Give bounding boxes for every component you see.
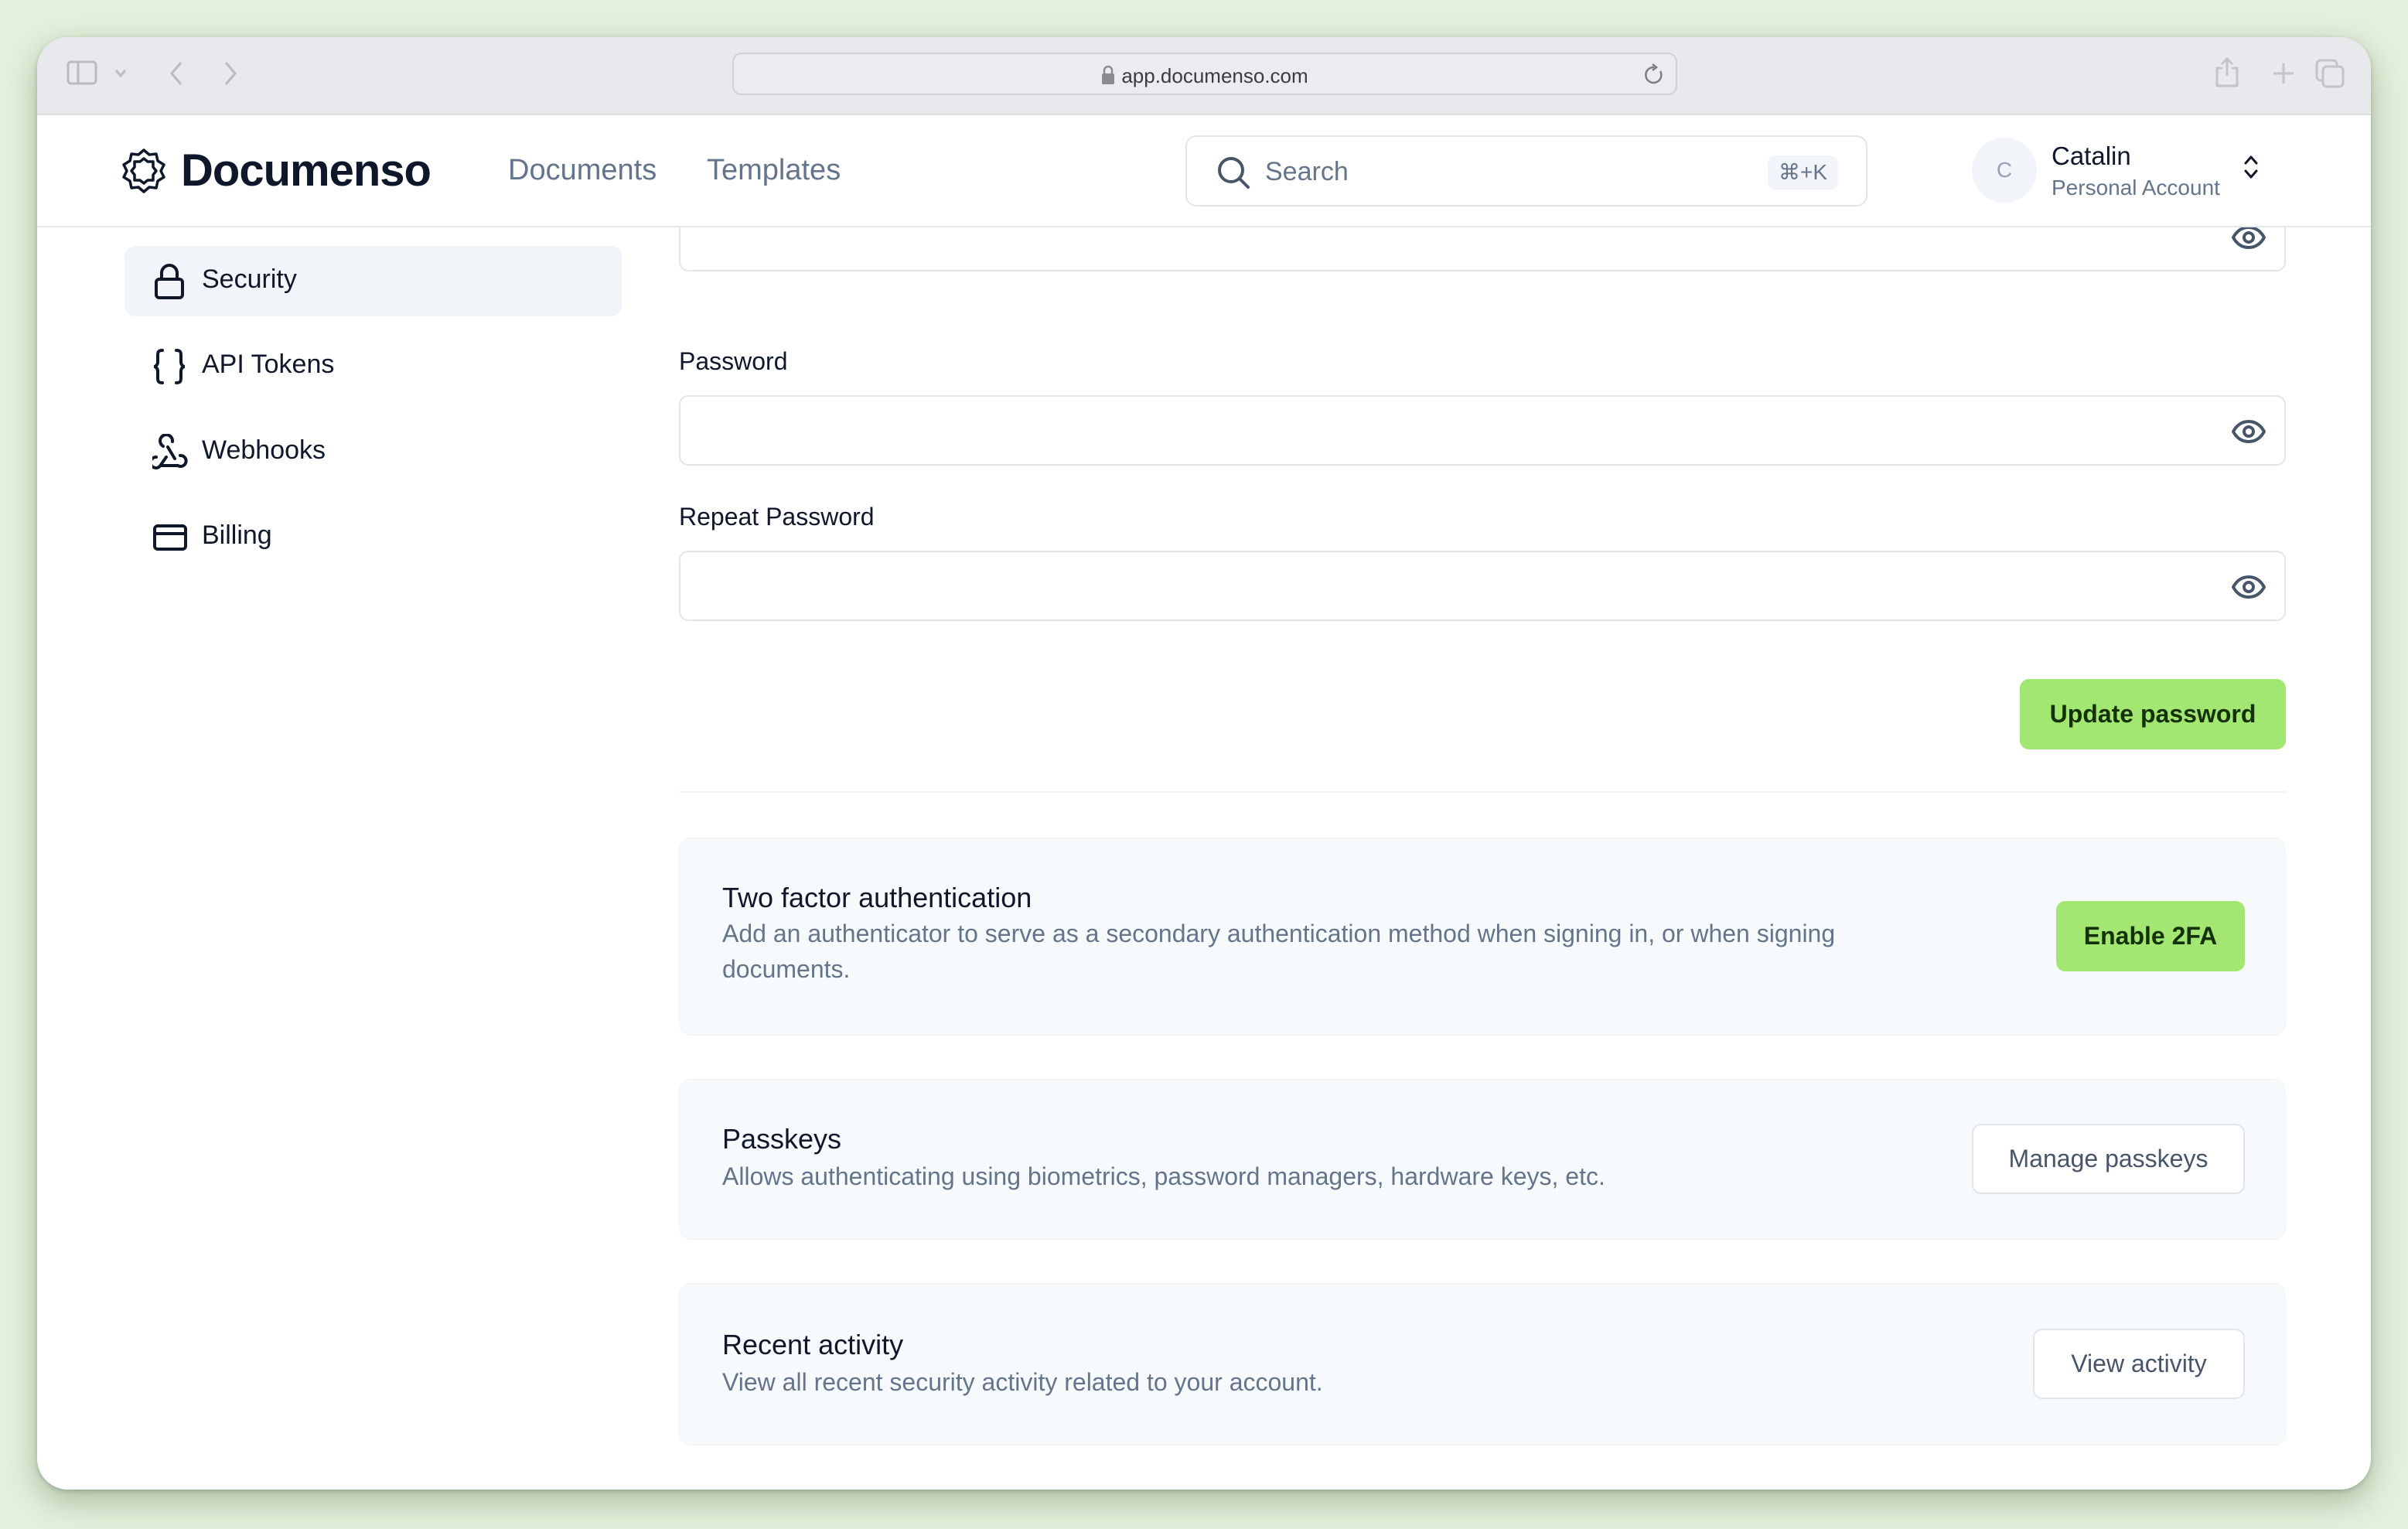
nav-templates[interactable]: Templates: [707, 154, 841, 187]
passkeys-card: Passkeys Allows authenticating using bio…: [679, 1079, 2286, 1240]
password-field[interactable]: [679, 395, 2286, 466]
enable-2fa-button[interactable]: Enable 2FA: [2056, 901, 2245, 971]
account-type: Personal Account: [2052, 176, 2220, 200]
view-activity-button[interactable]: View activity: [2033, 1329, 2245, 1399]
new-tab-icon[interactable]: [2272, 62, 2295, 89]
webhook-icon: [148, 433, 188, 475]
chevrons-up-down-icon[interactable]: [2243, 152, 2260, 186]
search-button[interactable]: Search ⌘+K: [1185, 135, 1867, 206]
section-divider: [679, 791, 2286, 793]
settings-page: Security API Tokens Webhooks Billing Pas…: [37, 201, 2371, 1490]
repeat-password-label: Repeat Password: [679, 503, 875, 531]
share-icon[interactable]: [2215, 56, 2239, 92]
sidebar-item-label: Security: [202, 265, 297, 294]
search-placeholder: Search: [1265, 157, 1349, 186]
sidebar-item-security[interactable]: Security: [124, 246, 622, 316]
recent-activity-title: Recent activity: [722, 1329, 904, 1360]
recent-activity-card: Recent activity View all recent security…: [679, 1283, 2286, 1445]
url-text: app.documenso.com: [1121, 64, 1308, 87]
sidebar-item-billing[interactable]: Billing: [124, 502, 622, 572]
avatar[interactable]: C: [1972, 138, 2037, 203]
sidebar-item-label: Billing: [202, 520, 272, 550]
tab-overview-icon[interactable]: [2315, 59, 2345, 92]
repeat-password-input[interactable]: [680, 552, 2284, 619]
lock-icon: [1101, 65, 1115, 90]
two-factor-description: Add an authenticator to serve as a secon…: [722, 920, 1836, 983]
search-shortcut: ⌘+K: [1767, 155, 1838, 189]
manage-passkeys-button[interactable]: Manage passkeys: [1972, 1124, 2245, 1194]
eye-icon[interactable]: [2232, 420, 2266, 447]
recent-activity-description: View all recent security activity relate…: [722, 1368, 1323, 1396]
eye-icon[interactable]: [2232, 226, 2266, 253]
sidebar-item-webhooks[interactable]: Webhooks: [124, 417, 622, 487]
reload-icon[interactable]: [1643, 63, 1665, 90]
two-factor-title: Two factor authentication: [722, 882, 1032, 913]
user-name: Catalin: [2052, 142, 2131, 170]
braces-icon: [152, 348, 186, 389]
password-input[interactable]: [680, 397, 2284, 464]
browser-window: app.documenso.com Documenso Documents Te…: [37, 37, 2371, 1490]
eye-icon[interactable]: [2232, 575, 2266, 602]
credit-card-icon: [152, 519, 188, 560]
app-header: Documenso Documents Templates Search ⌘+K…: [37, 115, 2371, 227]
sidebar-item-label: API Tokens: [202, 350, 335, 379]
address-bar[interactable]: app.documenso.com: [732, 53, 1677, 95]
sidebar-item-label: Webhooks: [202, 435, 326, 465]
password-label: Password: [679, 347, 788, 375]
sidebar-item-api-tokens[interactable]: API Tokens: [124, 331, 622, 401]
chevron-down-icon[interactable]: [114, 68, 127, 82]
update-password-button[interactable]: Update password: [2020, 679, 2286, 749]
forward-icon[interactable]: [223, 60, 238, 90]
nav-documents[interactable]: Documents: [508, 154, 657, 187]
documenso-logo-icon[interactable]: [121, 148, 167, 198]
search-icon: [1216, 155, 1250, 193]
brand-name[interactable]: Documenso: [181, 145, 431, 196]
passkeys-title: Passkeys: [722, 1123, 842, 1155]
two-factor-card: Two factor authentication Add an authent…: [679, 838, 2286, 1036]
sidebar-toggle-icon[interactable]: [67, 60, 97, 89]
repeat-password-field[interactable]: [679, 551, 2286, 621]
lock-icon: [152, 263, 186, 304]
back-icon[interactable]: [169, 60, 184, 90]
browser-toolbar: app.documenso.com: [37, 37, 2371, 115]
passkeys-description: Allows authenticating using biometrics, …: [722, 1162, 1605, 1190]
